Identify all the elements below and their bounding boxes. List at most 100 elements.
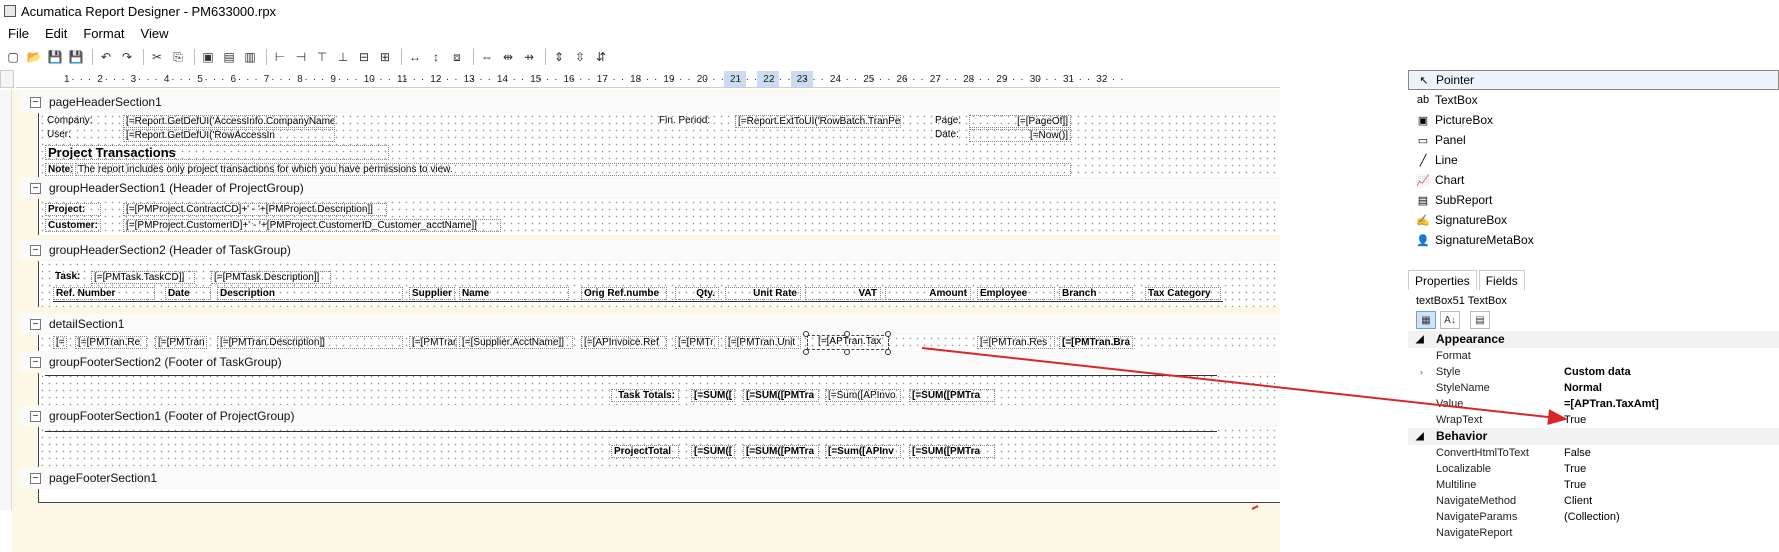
property-row-value[interactable]: Value =[APTran.TaxAmt] <box>1408 396 1779 412</box>
detail-field[interactable]: [=[PMTran <box>155 336 207 349</box>
align-left-icon[interactable]: ⊢ <box>271 48 289 66</box>
user-field[interactable]: [=Report.GetDefUI('RowAccessIn <box>123 129 335 142</box>
col-amount[interactable]: Amount <box>885 287 971 300</box>
category-behavior[interactable]: ◢ Behavior <box>1408 428 1779 445</box>
col-name[interactable]: Name <box>459 287 569 300</box>
total-field[interactable]: [=SUM([PMTra <box>909 389 995 402</box>
detail-field[interactable]: [= <box>53 336 67 349</box>
property-value[interactable]: Normal <box>1564 380 1779 396</box>
tab-fields[interactable]: Fields <box>1478 270 1525 290</box>
align-center-icon[interactable]: ⊣ <box>292 48 310 66</box>
col-date[interactable]: Date <box>165 287 211 300</box>
property-value[interactable] <box>1564 525 1779 541</box>
note-text[interactable]: The report includes only project transac… <box>75 163 1071 176</box>
same-size-icon[interactable]: ⧈ <box>448 48 466 66</box>
col-description[interactable]: Description <box>217 287 403 300</box>
property-value[interactable]: (Collection) <box>1564 509 1779 525</box>
finperiod-field[interactable]: [=Report.ExtToUI('RowBatch.TranPe <box>735 115 901 128</box>
col-branch[interactable]: Branch <box>1059 287 1133 300</box>
report-title[interactable]: Project Transactions <box>45 145 389 160</box>
page-label[interactable]: Page: <box>933 115 967 128</box>
detail-field[interactable]: [=[APInvoice.Ref <box>581 336 667 349</box>
property-value[interactable] <box>1564 348 1779 364</box>
cut-icon[interactable]: ✂ <box>148 48 166 66</box>
project-field[interactable]: [=[PMProject.ContractCD]+' - '+[PMProjec… <box>123 203 387 216</box>
collapse-icon[interactable]: − <box>30 410 41 422</box>
band-detail[interactable]: − detailSection1 <box>20 314 1280 334</box>
toolbox-item-panel[interactable]: ▭ Panel <box>1408 130 1779 150</box>
col-ref-number[interactable]: Ref. Number <box>53 287 155 300</box>
date-field[interactable]: [=Now()] <box>969 129 1071 142</box>
v-spacing-dec-icon[interactable]: ⇵ <box>592 48 610 66</box>
col-employee[interactable]: Employee <box>977 287 1055 300</box>
project-total-label[interactable]: ProjectTotal <box>611 445 679 458</box>
task-desc-field[interactable]: [=[PMTask.Description]] <box>211 271 331 284</box>
property-row-multiline[interactable]: Multiline True <box>1408 477 1779 493</box>
property-value[interactable]: True <box>1564 461 1779 477</box>
band-group-header-task[interactable]: − groupHeaderSection2 (Header of TaskGro… <box>20 240 1280 260</box>
date-label[interactable]: Date: <box>933 129 967 142</box>
customer-field[interactable]: [=[PMProject.CustomerID]+' - '+[PMProjec… <box>123 219 501 232</box>
menu-format[interactable]: Format <box>75 24 132 44</box>
group-icon[interactable]: ▥ <box>241 48 259 66</box>
h-spacing-inc-icon[interactable]: ⇹ <box>499 48 517 66</box>
toolbox-item-textbox[interactable]: ab TextBox <box>1408 90 1779 110</box>
property-row-localizable[interactable]: Localizable True <box>1408 461 1779 477</box>
detail-field[interactable]: [=[PMTran.Re <box>75 336 147 349</box>
toolbox-item-signaturebox[interactable]: ✍ SignatureBox <box>1408 210 1779 230</box>
detail-field[interactable]: [=[Supplier.AcctName]] <box>459 336 573 349</box>
band-page-footer[interactable]: − pageFooterSection1 <box>20 468 1280 488</box>
selection-handle[interactable] <box>885 349 891 355</box>
new-icon[interactable]: ▢ <box>4 48 22 66</box>
total-field[interactable]: [=SUM([PMTra <box>743 445 819 458</box>
save-icon[interactable]: 💾 <box>46 48 64 66</box>
detail-field[interactable]: [=[PMTr <box>675 336 719 349</box>
toolbox-item-picturebox[interactable]: ▣ PictureBox <box>1408 110 1779 130</box>
detail-field[interactable]: [=[PMTran.Bra <box>1059 336 1133 349</box>
collapse-arrow-icon[interactable]: ◢ <box>1408 331 1436 348</box>
selected-textbox[interactable]: [=[APTran.Tax <box>807 335 889 350</box>
selection-handle[interactable] <box>885 331 891 337</box>
align-top-icon[interactable]: ⊥ <box>334 48 352 66</box>
task-label[interactable]: Task: <box>53 271 85 284</box>
project-label[interactable]: Project: <box>45 203 101 216</box>
task-totals-label[interactable]: Task Totals: <box>611 389 679 402</box>
finperiod-label[interactable]: Fin. Period: <box>657 115 725 128</box>
property-pages-icon[interactable]: ▤ <box>1470 311 1490 329</box>
total-field[interactable]: [=SUM([ <box>691 445 735 458</box>
align-middle-icon[interactable]: ⊟ <box>355 48 373 66</box>
selected-object-name[interactable]: textBox51 TextBox <box>1408 293 1779 309</box>
property-row-navigateparams[interactable]: NavigateParams (Collection) <box>1408 509 1779 525</box>
property-row-navigatereport[interactable]: NavigateReport <box>1408 525 1779 541</box>
property-value[interactable]: Custom data <box>1564 364 1779 380</box>
total-field[interactable]: [=Sum([APInv <box>825 445 901 458</box>
save-as-icon[interactable]: 💾 <box>67 48 85 66</box>
h-spacing-dec-icon[interactable]: ⇸ <box>520 48 538 66</box>
property-value[interactable]: =[APTran.TaxAmt] <box>1564 396 1779 412</box>
categorized-icon[interactable]: ▦ <box>1416 311 1436 329</box>
note-label[interactable]: Note: <box>45 163 73 176</box>
page-field[interactable]: [=[PageOf]] <box>969 115 1071 128</box>
category-appearance[interactable]: ◢ Appearance <box>1408 331 1779 348</box>
property-row-stylename[interactable]: StyleName Normal <box>1408 380 1779 396</box>
property-row-converthtmltotext[interactable]: ConvertHtmlToText False <box>1408 445 1779 461</box>
detail-field[interactable]: [=[PMTran.Description]] <box>217 336 403 349</box>
band-page-header[interactable]: − pageHeaderSection1 <box>20 92 1280 112</box>
collapse-icon[interactable]: − <box>30 472 41 484</box>
align-right-icon[interactable]: ⊤ <box>313 48 331 66</box>
tab-properties[interactable]: Properties <box>1408 270 1477 290</box>
detail-field[interactable]: [=[PMTran <box>409 336 457 349</box>
col-supplier[interactable]: Supplier <box>409 287 455 300</box>
company-field[interactable]: [=Report.GetDefUI('AccessInfo.CompanyNam… <box>123 115 335 128</box>
band-group-footer-task[interactable]: − groupFooterSection2 (Footer of TaskGro… <box>20 352 1280 372</box>
property-value[interactable]: Client <box>1564 493 1779 509</box>
v-spacing-equal-icon[interactable]: ⇕ <box>550 48 568 66</box>
expand-icon[interactable]: › <box>1420 364 1423 380</box>
property-value[interactable]: True <box>1564 477 1779 493</box>
selection-handle[interactable] <box>844 331 850 337</box>
align-bottom-icon[interactable]: ⊞ <box>376 48 394 66</box>
user-label[interactable]: User: <box>45 129 111 142</box>
total-field[interactable]: [=SUM([ <box>691 389 735 402</box>
collapse-arrow-icon[interactable]: ◢ <box>1408 428 1436 445</box>
property-value[interactable]: True <box>1564 412 1779 428</box>
